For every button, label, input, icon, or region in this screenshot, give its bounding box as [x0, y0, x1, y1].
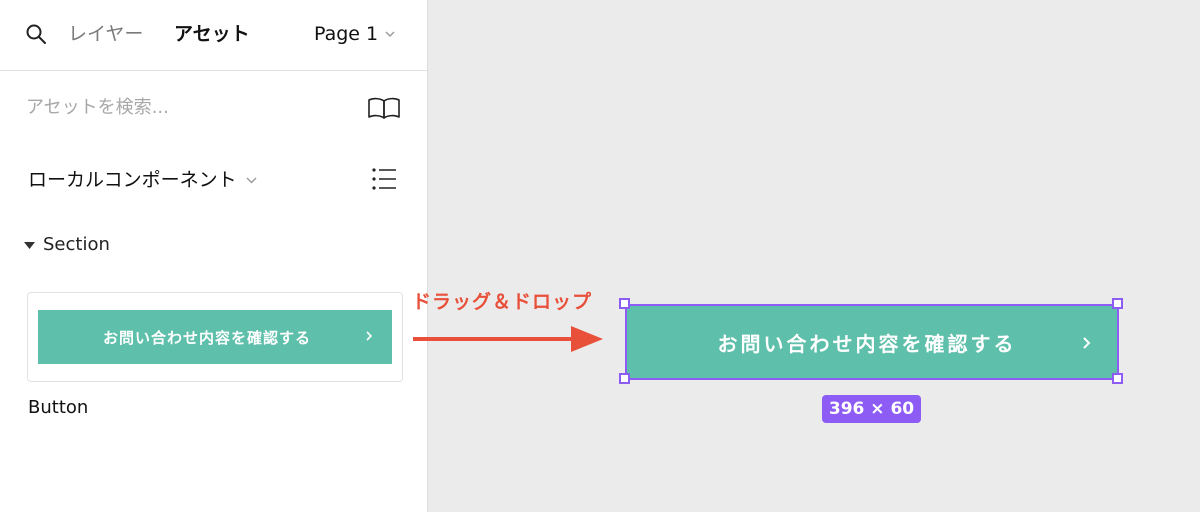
component-thumbnail-label: お問い合わせ内容を確認する: [102, 328, 311, 347]
component-name: Button: [28, 397, 89, 418]
tab-assets[interactable]: アセット: [174, 22, 250, 46]
book-icon[interactable]: [367, 96, 401, 120]
library-select[interactable]: ローカルコンポーネント: [28, 168, 258, 192]
resize-handle-bottom-left[interactable]: [619, 373, 630, 384]
component-thumbnail-button: お問い合わせ内容を確認する: [38, 310, 392, 364]
resize-handle-top-right[interactable]: [1112, 298, 1123, 309]
arrow-right-icon: [413, 326, 603, 352]
asset-search-input[interactable]: アセットを検索...: [26, 96, 169, 120]
tab-layers[interactable]: レイヤー: [68, 22, 143, 46]
size-badge: 396 × 60: [822, 395, 921, 423]
page-select[interactable]: Page 1: [314, 22, 396, 46]
canvas-button-label: お問い合わせ内容を確認する: [717, 331, 1017, 356]
section-toggle[interactable]: Section: [24, 233, 110, 257]
drag-drop-annotation: ドラッグ＆ドロップ: [412, 291, 593, 313]
section-label: Section: [43, 234, 110, 255]
list-icon[interactable]: [370, 166, 398, 192]
resize-handle-top-left[interactable]: [619, 298, 630, 309]
panel-tabs-row: レイヤー アセット Page 1: [0, 0, 427, 71]
library-select-label: ローカルコンポーネント: [28, 169, 237, 191]
canvas-button-instance[interactable]: お問い合わせ内容を確認する: [625, 304, 1119, 380]
resize-handle-bottom-right[interactable]: [1112, 373, 1123, 384]
chevron-right-icon: [366, 331, 373, 341]
chevron-right-icon: [1083, 337, 1091, 349]
chevron-down-icon: [246, 177, 257, 184]
component-thumbnail-card[interactable]: お問い合わせ内容を確認する: [27, 292, 403, 382]
caret-down-icon: [24, 241, 35, 249]
assets-panel: レイヤー アセット Page 1 アセットを検索... ローカルコンポーネント …: [0, 0, 428, 512]
chevron-down-icon: [385, 31, 395, 37]
page-select-label: Page 1: [314, 23, 379, 45]
search-icon[interactable]: [24, 22, 48, 46]
